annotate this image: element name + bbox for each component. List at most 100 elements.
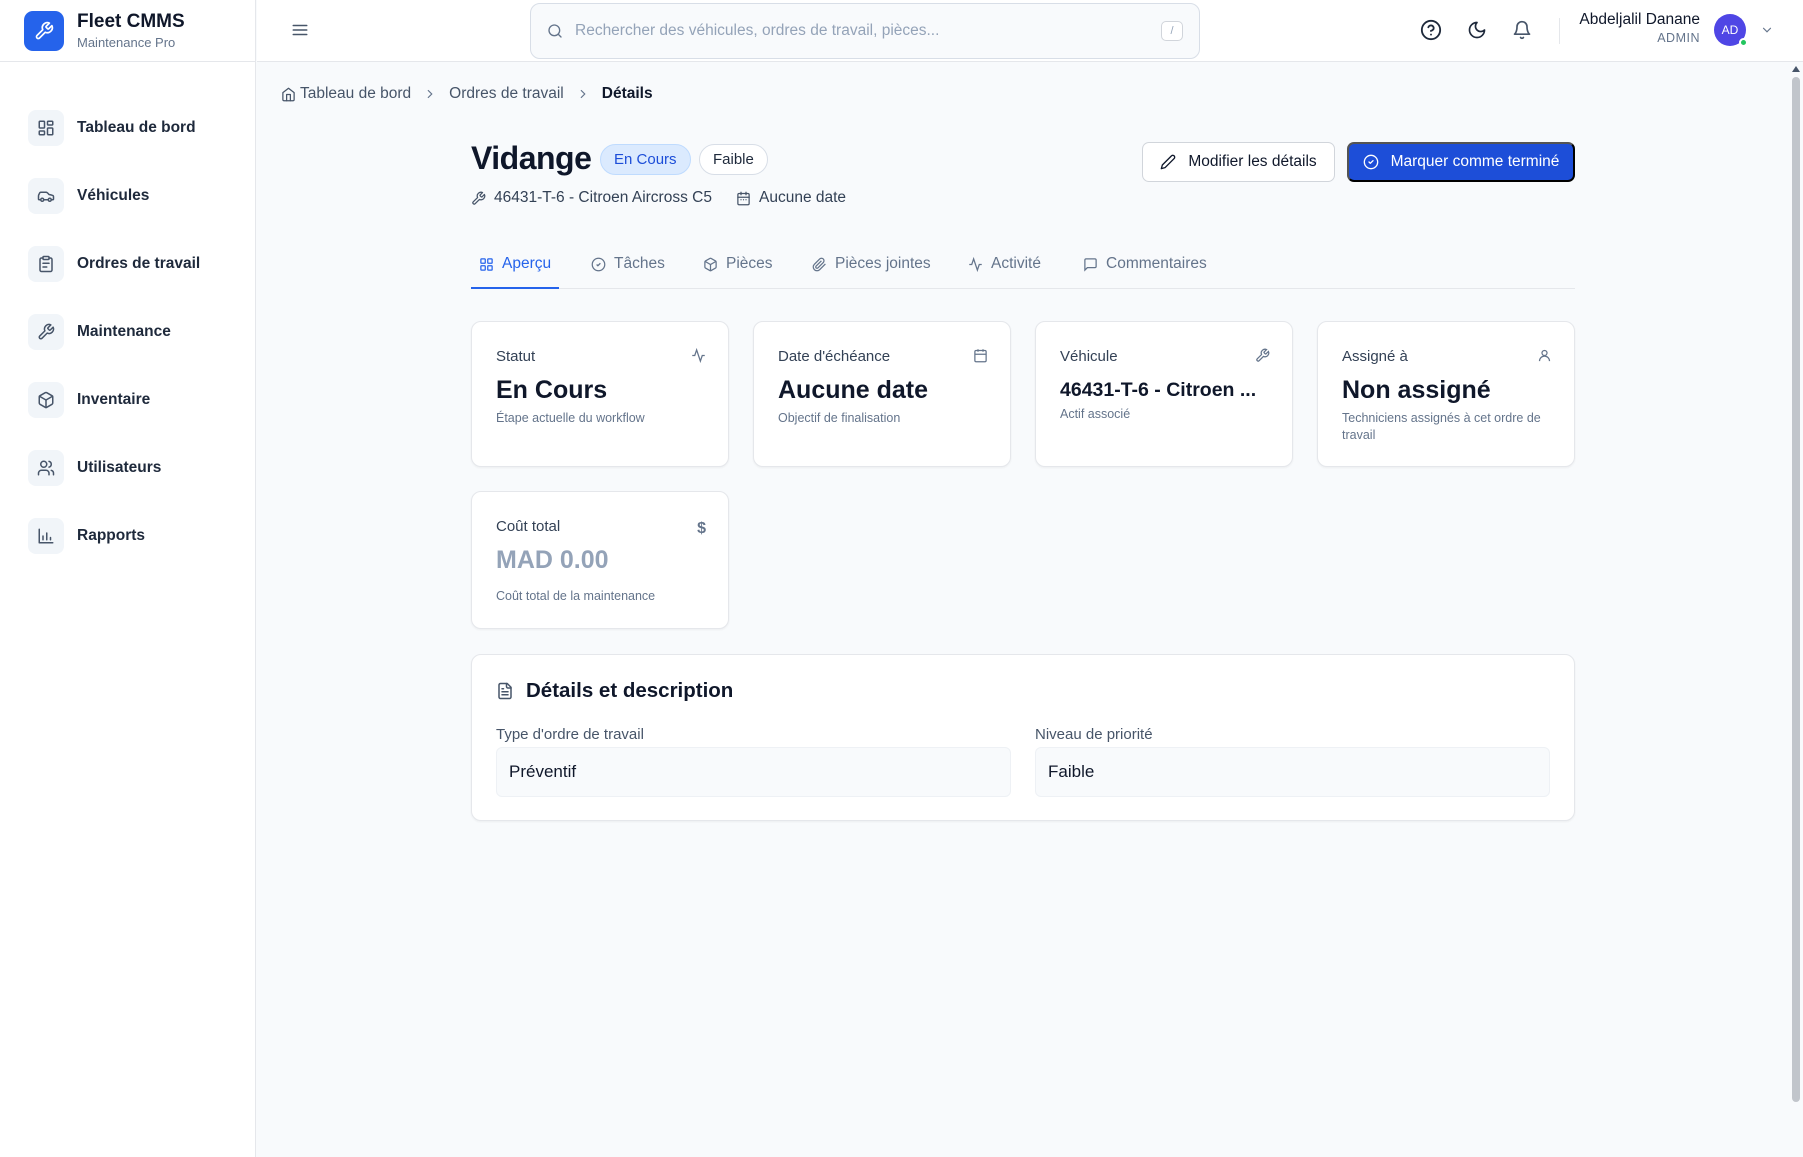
search-bar[interactable]: / — [530, 3, 1200, 59]
card-label: Véhicule — [1060, 348, 1118, 365]
due-date-card: Date d'échéance Aucune date Objectif de … — [753, 321, 1011, 467]
details-heading: Détails et description — [496, 679, 733, 703]
total-cost-card: Coût total $ MAD 0.00 Coût total de la m… — [471, 491, 729, 629]
card-value: Aucune date — [778, 376, 929, 404]
search-input[interactable] — [575, 22, 1135, 40]
dashboard-icon — [28, 110, 64, 146]
tab-label: Pièces jointes — [835, 255, 931, 272]
breadcrumb-home[interactable]: Tableau de bord — [281, 85, 411, 103]
box-icon — [704, 257, 717, 272]
card-subtitle: Coût total de la maintenance — [496, 589, 656, 603]
due-date-meta: Aucune date — [736, 189, 846, 207]
type-value: Préventif — [496, 747, 1011, 797]
bell-icon[interactable] — [1512, 19, 1532, 41]
users-icon — [28, 450, 64, 486]
chevron-right-icon — [423, 87, 437, 101]
wrench-icon — [1255, 348, 1270, 363]
topbar: / Abdeljalil Danane ADMIN AD — [257, 0, 1803, 62]
wrench-icon — [28, 314, 64, 350]
sidebar-item-reports[interactable]: Rapports — [28, 502, 255, 570]
box-icon — [28, 382, 64, 418]
card-value: Non assigné — [1342, 376, 1491, 404]
tab-attachments[interactable]: Pièces jointes — [812, 250, 931, 289]
mark-complete-button[interactable]: Marquer comme terminé — [1347, 142, 1575, 182]
details-section: Détails et description Type d'ordre de t… — [471, 654, 1575, 821]
user-role: ADMIN — [1657, 31, 1700, 45]
dollar-icon: $ — [697, 520, 706, 537]
breadcrumb: Tableau de bord Ordres de travail Détail… — [281, 85, 653, 103]
breadcrumb-current: Détails — [601, 85, 653, 102]
status-card: Statut En Cours Étape actuelle du workfl… — [471, 321, 729, 467]
tab-tasks[interactable]: Tâches — [591, 250, 665, 289]
due-date-meta-text: Aucune date — [759, 189, 847, 206]
home-icon — [281, 87, 296, 102]
tab-parts[interactable]: Pièces — [703, 250, 773, 289]
calendar-icon — [973, 348, 988, 363]
pencil-icon — [1160, 154, 1176, 170]
activity-icon — [691, 348, 706, 363]
user-icon — [1537, 348, 1552, 363]
sidebar-item-work-orders[interactable]: Ordres de travail — [28, 230, 255, 298]
status-badge: En Cours — [600, 144, 691, 175]
activity-icon — [969, 257, 982, 272]
priority-label: Niveau de priorité — [1035, 726, 1153, 743]
sidebar-item-inventory[interactable]: Inventaire — [28, 366, 255, 434]
scroll-up-arrow-icon[interactable] — [1792, 66, 1800, 72]
sidebar-item-label: Inventaire — [77, 391, 151, 408]
tab-activity[interactable]: Activité — [968, 250, 1041, 289]
clipboard-icon — [28, 246, 64, 282]
sidebar-item-users[interactable]: Utilisateurs — [28, 434, 255, 502]
card-subtitle: Objectif de finalisation — [778, 411, 901, 425]
edit-details-button[interactable]: Modifier les détails — [1142, 142, 1335, 182]
card-subtitle: Techniciens assignés à cet ordre de trav… — [1342, 411, 1541, 442]
edit-details-label: Modifier les détails — [1188, 153, 1317, 170]
check-circle-icon — [591, 257, 606, 272]
sidebar-item-dashboard[interactable]: Tableau de bord — [28, 94, 255, 162]
sidebar-item-label: Rapports — [77, 527, 146, 544]
breadcrumb-work-orders[interactable]: Ordres de travail — [449, 85, 564, 103]
vehicle-card[interactable]: Véhicule 46431-T-6 - Citroen ... Actif a… — [1035, 321, 1293, 467]
car-icon — [28, 178, 64, 214]
menu-icon[interactable] — [291, 18, 309, 42]
tab-label: Pièces — [726, 255, 773, 272]
page-title: Vidange — [471, 140, 592, 176]
card-label: Assigné à — [1342, 348, 1408, 365]
chevron-down-icon[interactable] — [1760, 23, 1774, 37]
sidebar: Fleet CMMS Maintenance Pro Tableau de bo… — [0, 0, 256, 1157]
brand[interactable]: Fleet CMMS Maintenance Pro — [0, 0, 255, 62]
tab-comments[interactable]: Commentaires — [1083, 250, 1207, 289]
help-icon[interactable] — [1420, 19, 1442, 41]
card-value: 46431-T-6 - Citroen ... — [1060, 379, 1257, 401]
sidebar-item-label: Maintenance — [77, 323, 171, 340]
tab-label: Tâches — [614, 255, 665, 272]
sidebar-item-maintenance[interactable]: Maintenance — [28, 298, 255, 366]
topbar-divider — [1559, 18, 1560, 44]
check-circle-icon — [1363, 154, 1379, 170]
user-name[interactable]: Abdeljalil Danane — [1579, 11, 1700, 29]
tab-bar: Aperçu Tâches Pièces Pièces jointes Acti… — [471, 250, 1575, 289]
card-label: Coût total — [496, 518, 561, 535]
card-subtitle: Actif associé — [1060, 407, 1131, 421]
vehicle-meta: 46431-T-6 - Citroen Aircross C5 — [471, 189, 712, 207]
vehicle-meta-text: 46431-T-6 - Citroen Aircross C5 — [494, 189, 712, 206]
card-value: MAD 0.00 — [496, 546, 609, 574]
tab-label: Aperçu — [502, 255, 552, 272]
brand-subtitle: Maintenance Pro — [77, 35, 176, 50]
type-label: Type d'ordre de travail — [496, 726, 644, 743]
sidebar-item-label: Tableau de bord — [77, 119, 196, 136]
tab-overview[interactable]: Aperçu — [471, 250, 560, 289]
paperclip-icon — [812, 257, 826, 272]
chevron-right-icon — [576, 87, 590, 101]
moon-icon[interactable] — [1467, 19, 1487, 41]
wrench-logo-icon — [24, 10, 64, 51]
grid-icon — [480, 258, 493, 271]
scrollbar[interactable] — [1789, 62, 1803, 1157]
search-shortcut-badge: / — [1161, 21, 1183, 41]
message-square-icon — [1084, 258, 1097, 272]
breadcrumb-home-label: Tableau de bord — [300, 85, 412, 102]
scrollbar-thumb[interactable] — [1792, 77, 1800, 1102]
sidebar-nav: Tableau de bord Véhicules Ordres de trav… — [0, 62, 255, 570]
sidebar-item-vehicles[interactable]: Véhicules — [28, 162, 255, 230]
sidebar-item-label: Véhicules — [77, 187, 150, 204]
card-label: Date d'échéance — [778, 348, 891, 365]
